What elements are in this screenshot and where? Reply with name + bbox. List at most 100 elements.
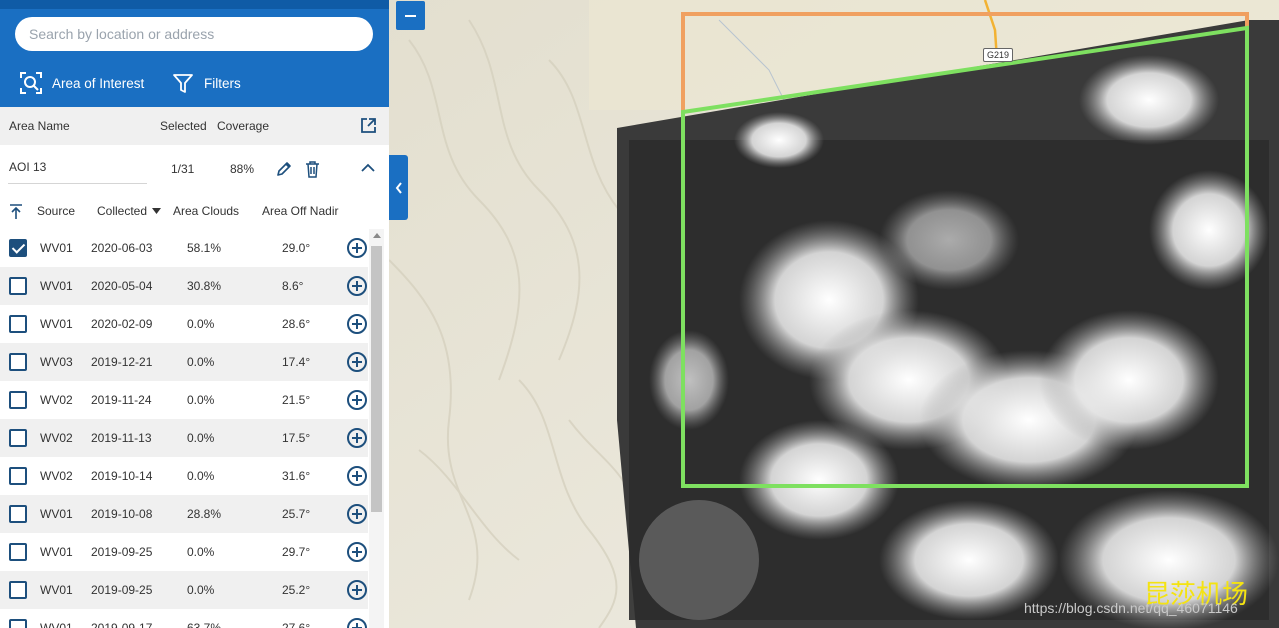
plus-circle-icon[interactable] xyxy=(347,276,367,296)
coverage-value: 88% xyxy=(230,162,255,176)
plus-circle-icon[interactable] xyxy=(347,314,367,334)
collected-date-cell: 2019-12-21 xyxy=(91,355,153,369)
off-nadir-cell: 8.6° xyxy=(282,279,304,293)
result-row[interactable]: WV03 2019-12-21 0.0% 17.4° xyxy=(0,343,368,381)
result-row[interactable]: WV01 2020-06-03 58.1% 29.0° xyxy=(0,229,368,267)
area-table-header: Area Name Selected Coverage xyxy=(0,107,389,145)
row-checkbox[interactable] xyxy=(9,619,27,628)
nadir-column-header[interactable]: Area Off Nadir xyxy=(262,204,338,218)
results-scrollbar[interactable] xyxy=(369,229,384,628)
result-row[interactable]: WV01 2020-05-04 30.8% 8.6° xyxy=(0,267,368,305)
row-checkbox[interactable] xyxy=(9,391,27,409)
off-nadir-cell: 29.0° xyxy=(282,241,311,255)
result-row[interactable]: WV01 2019-10-08 28.8% 25.7° xyxy=(0,495,368,533)
plus-circle-icon[interactable] xyxy=(347,504,367,524)
source-cell: WV01 xyxy=(40,241,73,255)
selected-value: 1/31 xyxy=(171,162,195,176)
collected-date-cell: 2019-10-14 xyxy=(91,469,153,483)
edit-pencil-icon[interactable] xyxy=(275,160,292,178)
map-view[interactable] xyxy=(388,0,1279,628)
filters-button[interactable]: Filters xyxy=(172,66,241,100)
plus-circle-icon[interactable] xyxy=(347,390,367,410)
collected-date-cell: 2019-11-13 xyxy=(91,431,152,445)
source-cell: WV01 xyxy=(40,545,73,559)
area-row[interactable]: AOI 13 1/31 88% xyxy=(0,145,389,191)
area-clouds-cell: 28.8% xyxy=(187,507,222,521)
area-clouds-cell: 0.0% xyxy=(187,431,215,445)
search-input[interactable] xyxy=(15,17,373,51)
zoom-out-button[interactable] xyxy=(396,1,425,30)
source-cell: WV01 xyxy=(40,621,73,628)
collected-date-cell: 2019-09-25 xyxy=(91,583,153,597)
off-nadir-cell: 31.6° xyxy=(282,469,311,483)
coverage-header: Coverage xyxy=(217,119,270,133)
results-column-header: Source Collected Area Clouds Area Off Na… xyxy=(0,195,389,228)
row-checkbox[interactable] xyxy=(9,277,27,295)
plus-circle-icon[interactable] xyxy=(347,238,367,258)
collected-date-cell: 2020-06-03 xyxy=(91,241,153,255)
trash-icon[interactable] xyxy=(304,160,321,178)
area-clouds-cell: 58.1% xyxy=(187,241,222,255)
collected-date-cell: 2019-09-17 xyxy=(91,621,153,628)
area-clouds-cell: 0.0% xyxy=(187,355,215,369)
row-checkbox[interactable] xyxy=(9,315,27,333)
result-row[interactable]: WV01 2019-09-25 0.0% 25.2° xyxy=(0,571,368,609)
plus-circle-icon[interactable] xyxy=(347,618,367,628)
plus-circle-icon[interactable] xyxy=(347,580,367,600)
result-row[interactable]: WV02 2019-10-14 0.0% 31.6° xyxy=(0,457,368,495)
collected-column-header[interactable]: Collected xyxy=(97,204,147,218)
row-checkbox[interactable] xyxy=(9,505,27,523)
row-checkbox[interactable] xyxy=(9,353,27,371)
off-nadir-cell: 21.5° xyxy=(282,393,311,407)
chevron-up-icon[interactable] xyxy=(361,163,375,172)
sort-down-icon[interactable] xyxy=(152,208,161,214)
result-row[interactable]: WV01 2019-09-25 0.0% 29.7° xyxy=(0,533,368,571)
area-name-underline xyxy=(8,183,147,184)
area-clouds-cell: 0.0% xyxy=(187,545,215,559)
area-of-interest-label: Area of Interest xyxy=(52,75,145,91)
source-column-header[interactable]: Source xyxy=(37,204,75,218)
row-checkbox[interactable] xyxy=(9,239,27,257)
source-cell: WV03 xyxy=(40,355,73,369)
plus-circle-icon[interactable] xyxy=(347,428,367,448)
collapse-sidebar-button[interactable] xyxy=(389,155,408,220)
area-clouds-cell: 0.0% xyxy=(187,469,215,483)
open-external-icon[interactable] xyxy=(360,117,377,134)
result-row[interactable]: WV01 2020-02-09 0.0% 28.6° xyxy=(0,305,368,343)
scroll-up-arrow[interactable] xyxy=(373,233,381,238)
area-name-header: Area Name xyxy=(9,119,70,133)
road-label: G219 xyxy=(983,48,1014,62)
source-cell: WV01 xyxy=(40,583,73,597)
row-checkbox[interactable] xyxy=(9,581,27,599)
collected-date-cell: 2020-05-04 xyxy=(91,279,153,293)
plus-circle-icon[interactable] xyxy=(347,542,367,562)
plus-circle-icon[interactable] xyxy=(347,352,367,372)
row-checkbox[interactable] xyxy=(9,543,27,561)
collected-date-cell: 2020-02-09 xyxy=(91,317,153,331)
off-nadir-cell: 17.4° xyxy=(282,355,311,369)
area-of-interest-button[interactable]: Area of Interest xyxy=(20,66,144,100)
off-nadir-cell: 17.5° xyxy=(282,431,311,445)
scroll-thumb[interactable] xyxy=(371,246,382,512)
area-clouds-cell: 0.0% xyxy=(187,317,215,331)
results-list[interactable]: WV01 2020-06-03 58.1% 29.0° WV01 2020-05-04 30… xyxy=(0,229,368,628)
plus-circle-icon[interactable] xyxy=(347,466,367,486)
area-clouds-cell: 30.8% xyxy=(187,279,222,293)
result-row[interactable]: WV02 2019-11-24 0.0% 21.5° xyxy=(0,381,368,419)
source-cell: WV01 xyxy=(40,317,73,331)
sort-top-icon[interactable] xyxy=(9,204,23,220)
result-row[interactable]: WV01 2019-09-17 63.7% 27.6° xyxy=(0,609,368,628)
collected-date-cell: 2019-11-24 xyxy=(91,393,152,407)
filters-label: Filters xyxy=(204,75,241,91)
chevron-left-icon xyxy=(395,181,402,194)
row-checkbox[interactable] xyxy=(9,429,27,447)
off-nadir-cell: 27.6° xyxy=(282,621,311,628)
off-nadir-cell: 25.7° xyxy=(282,507,311,521)
source-cell: WV02 xyxy=(40,393,73,407)
result-row[interactable]: WV02 2019-11-13 0.0% 17.5° xyxy=(0,419,368,457)
sidebar-header: Area of Interest Filters xyxy=(0,0,389,107)
map-canvas[interactable] xyxy=(388,0,1279,628)
row-checkbox[interactable] xyxy=(9,467,27,485)
off-nadir-cell: 25.2° xyxy=(282,583,311,597)
clouds-column-header[interactable]: Area Clouds xyxy=(173,204,239,218)
